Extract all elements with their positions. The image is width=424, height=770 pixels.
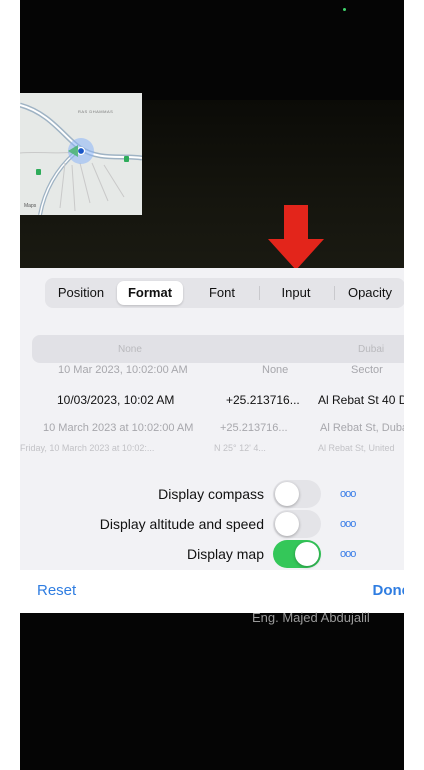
- more-options-icon[interactable]: ooo: [340, 540, 356, 568]
- display-map-toggle[interactable]: [273, 540, 321, 568]
- more-options-icon[interactable]: ooo: [340, 510, 356, 538]
- tab-divider: [334, 286, 335, 300]
- toggle-knob: [275, 482, 299, 506]
- settings-tab-bar: Position Format Font Input Opacity: [45, 278, 404, 308]
- maps-credit: Maps: [24, 203, 37, 209]
- map-pin-icon: [36, 169, 41, 175]
- toggle-knob: [275, 512, 299, 536]
- toggle-knob: [295, 542, 319, 566]
- tab-font[interactable]: Font: [189, 281, 255, 305]
- format-picker[interactable]: None Dubai 10 Mar 2023, 10:02:00 AM None…: [20, 318, 404, 463]
- display-altitude-speed-toggle[interactable]: [273, 510, 321, 538]
- picker-row[interactable]: 10 Mar 2023, 10:02:00 AM None Sector: [20, 358, 404, 382]
- display-compass-label: Display compass: [158, 486, 264, 502]
- date-format-option: 10/03/2023, 10:02 AM: [57, 393, 175, 407]
- done-button[interactable]: Done: [373, 582, 405, 599]
- option-display-altitude-speed: Display altitude and speed ooo: [20, 510, 404, 538]
- watermark-text: Eng. Majed Abdujalil: [252, 610, 370, 625]
- tab-position[interactable]: Position: [49, 281, 113, 305]
- map-place-label: RAS DHAMMAS: [78, 109, 114, 114]
- format-settings-panel: Position Format Font Input Opacity None …: [20, 268, 404, 613]
- picker-row[interactable]: Friday, 10 March 2023 at 10:02:... N 25°…: [20, 436, 404, 460]
- reset-button[interactable]: Reset: [37, 582, 76, 599]
- date-format-option: Friday, 10 March 2023 at 10:02:...: [20, 443, 155, 453]
- coordinate-format-option: N 25° 12' 4...: [214, 443, 266, 453]
- address-format-option: Sector: [351, 364, 383, 376]
- camera-screen: RAS DHAMMAS Maps Position Format Font In…: [20, 0, 404, 770]
- option-display-map: Display map ooo: [20, 540, 404, 568]
- tab-divider: [259, 286, 260, 300]
- date-format-option: 10 Mar 2023, 10:02:00 AM: [58, 364, 188, 376]
- display-compass-toggle[interactable]: [273, 480, 321, 508]
- coordinate-format-option: +25.213716...: [226, 393, 300, 407]
- more-options-icon[interactable]: ooo: [340, 480, 356, 508]
- tab-format[interactable]: Format: [117, 281, 183, 305]
- address-format-option: Al Rebat St 40 Du: [318, 393, 404, 407]
- address-format-option: Al Rebat St, United: [318, 443, 395, 453]
- mini-map: RAS DHAMMAS Maps: [20, 93, 142, 215]
- green-light-dot: [343, 8, 346, 11]
- display-map-label: Display map: [186, 546, 264, 562]
- map-pin-icon: [124, 156, 129, 162]
- coordinate-format-option: None: [262, 364, 289, 376]
- option-display-compass: Display compass ooo: [20, 480, 404, 508]
- tab-opacity[interactable]: Opacity: [338, 281, 402, 305]
- tab-input[interactable]: Input: [263, 281, 329, 305]
- panel-footer: Reset Done: [20, 570, 404, 613]
- display-altitude-speed-label: Display altitude and speed: [99, 516, 264, 532]
- picker-row-selected[interactable]: 10/03/2023, 10:02 AM +25.213716... Al Re…: [20, 388, 404, 412]
- red-down-arrow-icon: [268, 205, 324, 270]
